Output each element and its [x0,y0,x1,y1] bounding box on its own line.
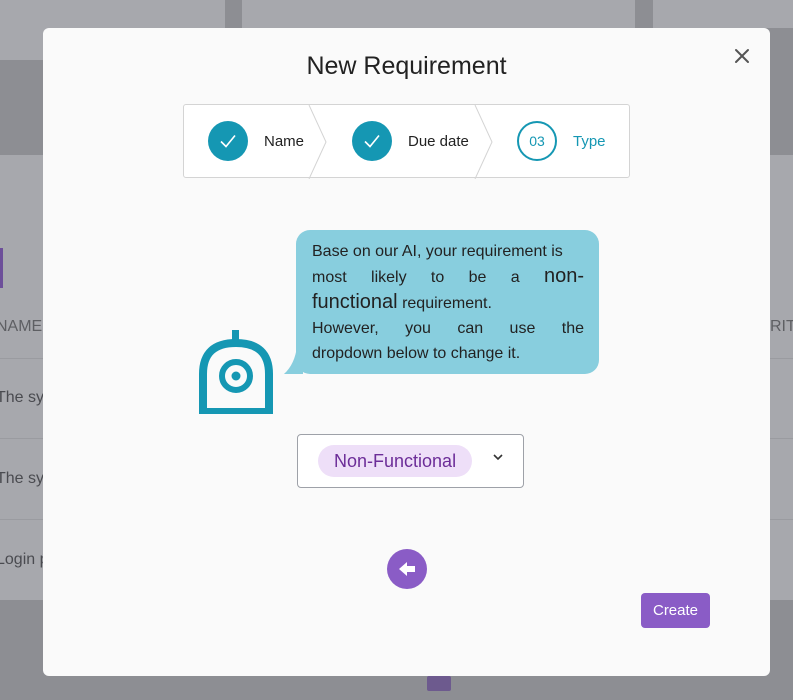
bg-card-middle [242,0,635,28]
step-separator [474,105,493,179]
bg-column-name: NAME [0,318,43,335]
step-label: Type [573,132,606,150]
step-due-date[interactable]: Due date [352,105,469,177]
bg-row-2: The sy [0,470,45,487]
bubble-highlight-2: functional [312,291,398,313]
step-label: Due date [408,132,469,150]
chevron-down-icon [493,454,503,461]
stepper: Name Due date 03 Type [183,104,630,179]
check-icon [352,121,392,161]
bubble-line-3: requirement. [397,295,492,312]
bubble-line-5: dropdown below to change it. [312,345,521,362]
type-select[interactable]: Non-Functional [297,434,524,488]
robot-icon [199,330,273,414]
bubble-line-2: most likely to be a [312,269,544,286]
check-icon [208,121,248,161]
step-name[interactable]: Name [208,105,304,177]
type-chip: Non-Functional [318,445,473,477]
modal-title: New Requirement [306,52,507,80]
step-label: Name [264,132,305,150]
bg-row-1: The sy [0,389,45,406]
close-icon[interactable] [731,45,753,67]
back-button[interactable] [387,549,427,589]
step-number: 03 [517,121,557,161]
bubble-line-4: However, you can use the [312,320,584,337]
step-type[interactable]: 03 Type [517,105,606,177]
ai-suggestion-bubble: Base on our AI, your requirement is most… [296,230,599,374]
new-requirement-modal: New Requirement Name Due date 03 Type Ba… [43,28,770,676]
bg-purple-tab [0,248,3,288]
create-button[interactable]: Create [641,593,710,628]
bg-row-3: Login p [0,551,49,568]
bg-page-button [427,676,451,691]
bubble-line-1: Base on our AI, your requirement is [312,243,563,260]
bg-card-right [653,0,793,28]
arrow-left-icon [399,562,415,576]
bubble-highlight-1: non- [543,265,584,287]
bg-column-priority: RIT [770,318,793,335]
step-separator [308,105,327,179]
